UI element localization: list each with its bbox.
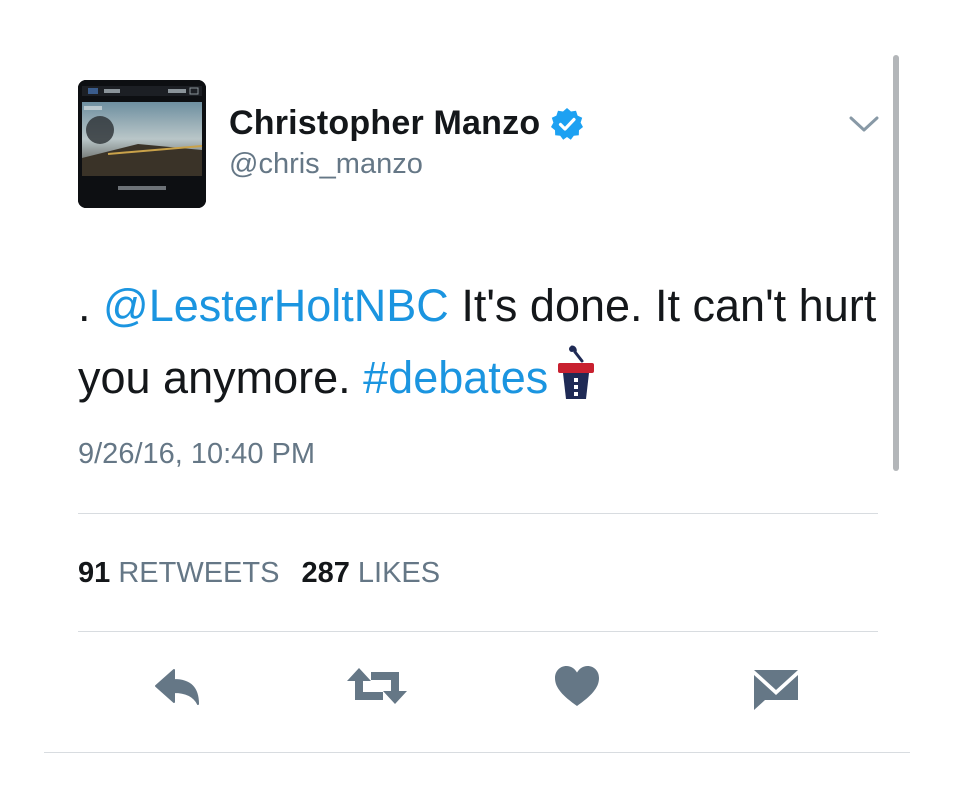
author-name[interactable]: Christopher Manzo [229, 104, 540, 143]
tweet-text-prefix: . [78, 280, 104, 331]
heart-icon[interactable] [553, 664, 601, 708]
retweets-stat[interactable]: 91 RETWEETS [78, 557, 279, 589]
retweets-count: 91 [78, 557, 111, 589]
verified-badge-icon [551, 107, 584, 140]
hashtag-link[interactable]: #debates [363, 352, 548, 403]
tweet-text: . @LesterHoltNBC It's done. It can't hur… [78, 270, 898, 414]
mention-link[interactable]: @LesterHoltNBC [103, 280, 449, 331]
retweet-icon[interactable] [345, 664, 409, 708]
envelope-icon[interactable] [751, 664, 801, 712]
author-avatar[interactable] [78, 80, 206, 208]
podium-icon [558, 345, 595, 399]
tweet-timestamp[interactable]: 9/26/16, 10:40 PM [78, 438, 315, 471]
reply-icon[interactable] [152, 664, 204, 708]
retweets-label: RETWEETS [118, 557, 280, 589]
likes-label: LIKES [357, 557, 441, 589]
divider [78, 631, 878, 632]
chevron-down-icon[interactable] [848, 112, 880, 136]
divider [44, 752, 910, 753]
likes-count: 287 [301, 557, 350, 589]
divider [78, 513, 878, 514]
author-name-row[interactable]: Christopher Manzo [229, 104, 584, 143]
avatar-image [78, 80, 206, 208]
likes-stat[interactable]: 287 LIKES [301, 557, 440, 589]
engagement-stats: 91 RETWEETS 287 LIKES [78, 557, 440, 590]
author-handle[interactable]: @chris_manzo [229, 148, 423, 181]
